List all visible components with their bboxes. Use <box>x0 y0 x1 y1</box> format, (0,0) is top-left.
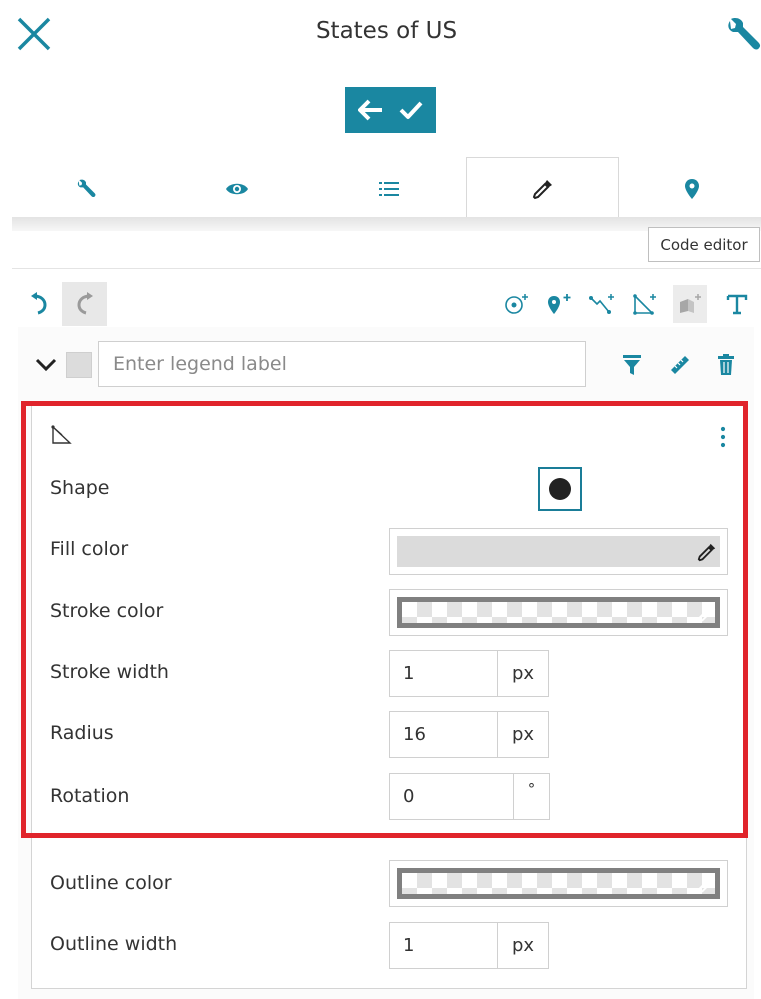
undo-icon <box>31 292 47 315</box>
list-icon <box>379 181 399 196</box>
tab-location[interactable] <box>622 157 761 220</box>
add-polygon-tool[interactable] <box>628 285 662 323</box>
eyedropper-icon <box>697 875 716 893</box>
filter-icon <box>623 355 641 375</box>
add-point-icon <box>505 294 528 314</box>
outline-color-swatch <box>397 868 720 899</box>
tab-visibility[interactable] <box>163 157 311 220</box>
wrench-icon[interactable] <box>724 17 761 55</box>
apply-button[interactable] <box>345 87 436 133</box>
legend-label-input[interactable] <box>98 341 586 387</box>
map-marker-icon <box>684 178 699 199</box>
add-cube-icon <box>680 294 701 313</box>
add-marker-tool[interactable] <box>542 285 576 323</box>
tab-style[interactable] <box>466 157 619 220</box>
measure-button[interactable] <box>665 350 695 380</box>
highlight-frame <box>21 401 748 838</box>
add-3d-object-tool[interactable] <box>673 285 707 323</box>
eye-icon <box>226 183 248 194</box>
tab-bar <box>12 157 761 220</box>
tab-list[interactable] <box>315 157 463 220</box>
outline-color-label: Outline color <box>50 872 172 894</box>
chevron-down-icon <box>35 358 57 372</box>
add-circle-point-tool[interactable] <box>500 285 534 323</box>
add-polygon-icon <box>633 294 656 315</box>
divider <box>12 268 761 269</box>
delete-button[interactable] <box>711 350 741 380</box>
redo-icon <box>76 292 93 315</box>
code-editor-tooltip: Code editor <box>648 227 760 262</box>
trash-icon <box>718 354 734 375</box>
tab-settings[interactable] <box>12 157 160 220</box>
outline-width-unit: px <box>511 935 535 956</box>
text-icon <box>726 294 748 315</box>
wrench-icon <box>77 179 96 197</box>
eyedropper-icon <box>532 180 552 200</box>
add-text-tool[interactable] <box>720 285 754 323</box>
undo-button[interactable] <box>22 285 56 323</box>
outline-width-label: Outline width <box>50 933 178 955</box>
outline-width-input[interactable] <box>390 923 498 968</box>
add-marker-icon <box>548 294 571 314</box>
outline-width-field: px <box>389 922 549 969</box>
ruler-icon <box>671 356 689 374</box>
add-line-icon <box>589 294 614 314</box>
filter-button[interactable] <box>617 350 647 380</box>
arrow-left-icon <box>357 99 382 121</box>
add-line-tool[interactable] <box>585 285 619 323</box>
legend-color-swatch[interactable] <box>66 352 92 378</box>
check-icon <box>399 101 422 119</box>
outline-color-picker[interactable] <box>389 860 728 907</box>
page-title: States of US <box>315 18 458 44</box>
redo-button[interactable] <box>62 282 107 326</box>
collapse-toggle[interactable] <box>32 351 60 379</box>
